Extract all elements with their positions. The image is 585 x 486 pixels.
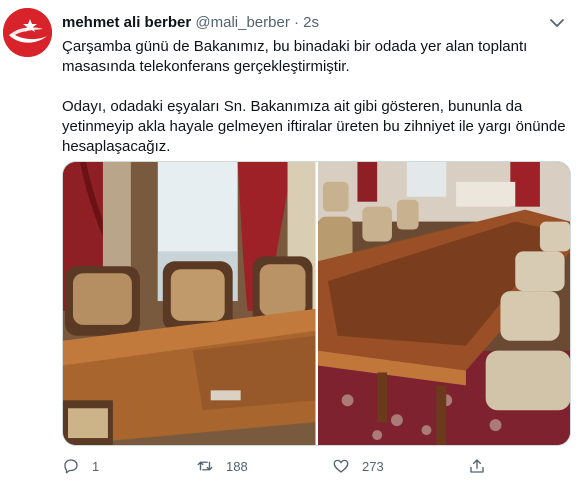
avatar[interactable]	[3, 8, 52, 57]
reply-count: 1	[92, 458, 100, 474]
media-grid	[62, 161, 571, 446]
photo-left[interactable]	[63, 162, 316, 445]
timestamp[interactable]: 2s	[303, 14, 319, 31]
tweet-paragraph: Odayı, odadaki eşyaları Sn. Bakanımıza a…	[62, 98, 566, 155]
tweet-card[interactable]: mehmet ali berber @mali_berber · 2s Çarş…	[0, 0, 585, 486]
crescent-star-logo	[3, 8, 52, 57]
photo-right[interactable]	[317, 162, 570, 445]
display-name[interactable]: mehmet ali berber	[62, 14, 191, 31]
share-icon	[470, 459, 484, 473]
action-bar: 1 188 273	[62, 455, 522, 477]
tweet-text: Çarşamba günü de Bakanımız, bu binadaki …	[62, 37, 572, 177]
conference-room-photo	[317, 162, 570, 445]
retweet-button[interactable]: 188	[196, 455, 248, 477]
like-count: 273	[362, 458, 384, 474]
reply-icon	[64, 459, 78, 474]
reply-button[interactable]: 1	[62, 455, 99, 477]
tweet-header: mehmet ali berber @mali_berber · 2s	[62, 13, 545, 33]
conference-room-photo	[63, 162, 316, 445]
chevron-down-icon	[550, 19, 564, 27]
retweet-icon	[197, 461, 213, 471]
share-button[interactable]	[468, 455, 486, 477]
heart-icon	[333, 459, 349, 473]
user-handle[interactable]: @mali_berber	[195, 14, 289, 31]
like-button[interactable]: 273	[332, 455, 384, 477]
retweet-count: 188	[226, 458, 248, 474]
more-options-button[interactable]	[547, 14, 567, 32]
separator-dot: ·	[294, 14, 299, 31]
tweet-paragraph: Çarşamba günü de Bakanımız, bu binadaki …	[62, 38, 528, 75]
